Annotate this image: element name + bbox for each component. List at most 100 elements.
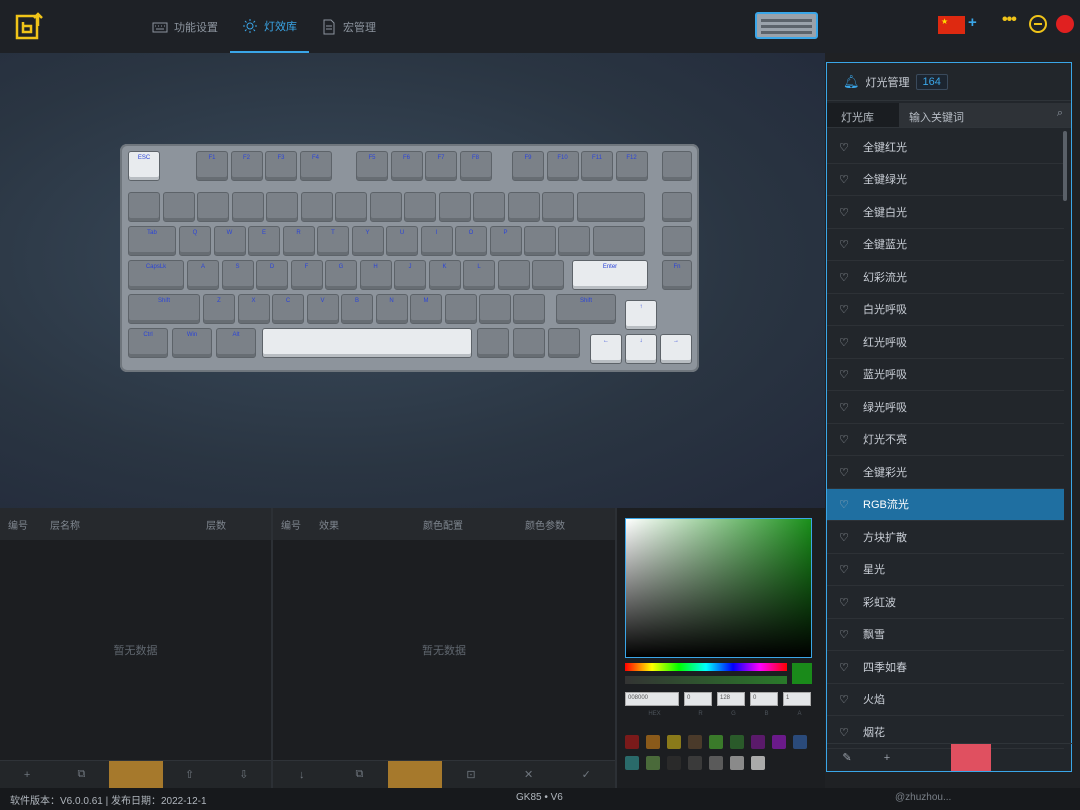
keycap[interactable]: Shift (556, 294, 616, 324)
keycap[interactable] (438, 192, 471, 222)
keycap[interactable]: Z (203, 294, 235, 324)
keycap[interactable]: U (386, 226, 418, 256)
keycap[interactable] (335, 192, 367, 222)
effect-item[interactable]: ♡ 全键绿光 (827, 164, 1064, 196)
keycap[interactable]: H (359, 260, 392, 290)
b-input[interactable]: 0 (750, 692, 778, 706)
device-thumbnail[interactable] (755, 12, 818, 39)
scrollbar[interactable] (1063, 131, 1067, 201)
color-swatch[interactable] (667, 756, 681, 770)
hue-slider[interactable] (625, 663, 787, 671)
keycap[interactable] (577, 192, 645, 222)
keycap[interactable]: F (290, 260, 323, 290)
keycap[interactable]: M (410, 294, 442, 324)
keycap[interactable]: F6 (390, 151, 423, 181)
hex-input[interactable]: 008000 (625, 692, 679, 706)
up-icon[interactable]: ⇧ (163, 761, 217, 788)
keycap[interactable]: Shift (128, 294, 200, 324)
effect-item[interactable]: ♡ 幻彩流光 (827, 261, 1064, 294)
keycap[interactable] (266, 192, 298, 222)
keycap[interactable] (513, 294, 545, 324)
keyboard-preview[interactable]: ESC F1 F2 F3 F4 F5 F6 F7 F8 F9 F10 F11 F12 Tab Q W E R T Y U… (120, 144, 699, 372)
effect-item[interactable]: ♡ 绿光呼吸 (827, 391, 1064, 424)
keycap[interactable] (498, 260, 530, 290)
delete-button[interactable]: ✕ (500, 761, 558, 788)
effect-item[interactable]: ♡ 方块扩散 (827, 521, 1064, 554)
keycap[interactable]: ↑ (625, 300, 657, 330)
down-icon[interactable]: ⇩ (217, 761, 271, 788)
effect-item[interactable]: ♡ 火焰 (827, 684, 1064, 716)
keycap[interactable]: V (306, 294, 339, 324)
keycap[interactable] (548, 328, 580, 358)
keycap[interactable] (477, 328, 509, 358)
keycap[interactable] (593, 226, 645, 256)
keycap[interactable] (532, 260, 564, 290)
color-swatch[interactable] (667, 735, 681, 749)
alpha-slider[interactable] (625, 676, 787, 684)
color-swatch[interactable] (709, 756, 723, 770)
keycap[interactable]: P (489, 226, 522, 256)
active-action-button[interactable] (108, 761, 163, 788)
keycap[interactable]: F7 (425, 151, 457, 181)
copy-icon[interactable]: ⧉ (331, 761, 389, 788)
keycap[interactable]: J (394, 260, 426, 290)
keycap[interactable] (473, 192, 505, 222)
keycap[interactable]: CapsLk (128, 260, 184, 290)
keycap[interactable]: Y (351, 226, 384, 256)
keycap[interactable]: Tab (128, 226, 176, 256)
keycap[interactable] (524, 226, 556, 256)
color-swatch[interactable] (730, 756, 744, 770)
keycap[interactable] (662, 226, 692, 256)
effect-item[interactable]: ♡ 红光呼吸 (827, 326, 1064, 359)
keycap[interactable]: F3 (265, 151, 297, 181)
color-swatch[interactable] (688, 756, 702, 770)
effect-item[interactable]: ♡ 灯光不亮 (827, 424, 1064, 456)
minimize-button[interactable] (1029, 15, 1047, 33)
keycap[interactable]: I (420, 226, 453, 256)
effect-item[interactable]: ♡ 全键蓝光 (827, 229, 1064, 261)
keycap[interactable] (479, 294, 511, 324)
keycap[interactable]: X (237, 294, 270, 324)
keycap[interactable] (445, 294, 477, 324)
keycap[interactable] (369, 192, 402, 222)
effect-item[interactable]: ♡ 白光呼吸 (827, 294, 1064, 326)
tab-lighting-library[interactable]: 灯效库 (230, 0, 309, 53)
keycap[interactable] (262, 328, 472, 358)
keycap[interactable]: F9 (512, 151, 544, 181)
keycap[interactable]: F5 (356, 151, 388, 181)
keycap[interactable] (662, 151, 692, 181)
color-swatch[interactable] (793, 735, 807, 749)
g-input[interactable]: 128 (717, 692, 745, 706)
tab-function-settings[interactable]: 功能设置 (140, 0, 230, 53)
color-swatch[interactable] (751, 756, 765, 770)
color-swatch[interactable] (625, 756, 639, 770)
effect-item[interactable]: ♡ 四季如春 (827, 651, 1064, 684)
keycap[interactable]: Q (179, 226, 211, 256)
keycap[interactable] (231, 192, 264, 222)
add-button[interactable]: + (0, 761, 54, 788)
color-swatch[interactable] (646, 756, 660, 770)
effect-item[interactable]: ♡ 全键白光 (827, 196, 1064, 229)
keycap[interactable]: T (317, 226, 349, 256)
keycap[interactable]: F2 (230, 151, 263, 181)
tab-light-library[interactable]: 灯光库 (827, 103, 899, 127)
highlight-button[interactable] (951, 744, 991, 771)
keycap[interactable]: Fn (662, 260, 692, 290)
keycap[interactable] (197, 192, 229, 222)
more-options-button[interactable]: ••• (1002, 11, 1020, 29)
add-language-button[interactable]: + (968, 14, 977, 31)
keycap[interactable] (558, 226, 590, 256)
effect-item[interactable]: ♡ 全键红光 (827, 131, 1064, 164)
effect-item[interactable]: ♡ 飘雪 (827, 619, 1064, 651)
keycap[interactable]: F1 (196, 151, 228, 181)
keycap[interactable] (513, 328, 545, 358)
keycap[interactable]: L (463, 260, 495, 290)
keycap[interactable] (507, 192, 540, 222)
keycap[interactable]: S (221, 260, 254, 290)
keycap[interactable]: Enter (572, 260, 648, 290)
copy-icon[interactable]: ⧉ (54, 761, 108, 788)
keycap[interactable] (542, 192, 574, 222)
color-swatch[interactable] (688, 735, 702, 749)
keycap[interactable]: ESC (128, 151, 160, 181)
keycap[interactable]: F10 (546, 151, 579, 181)
